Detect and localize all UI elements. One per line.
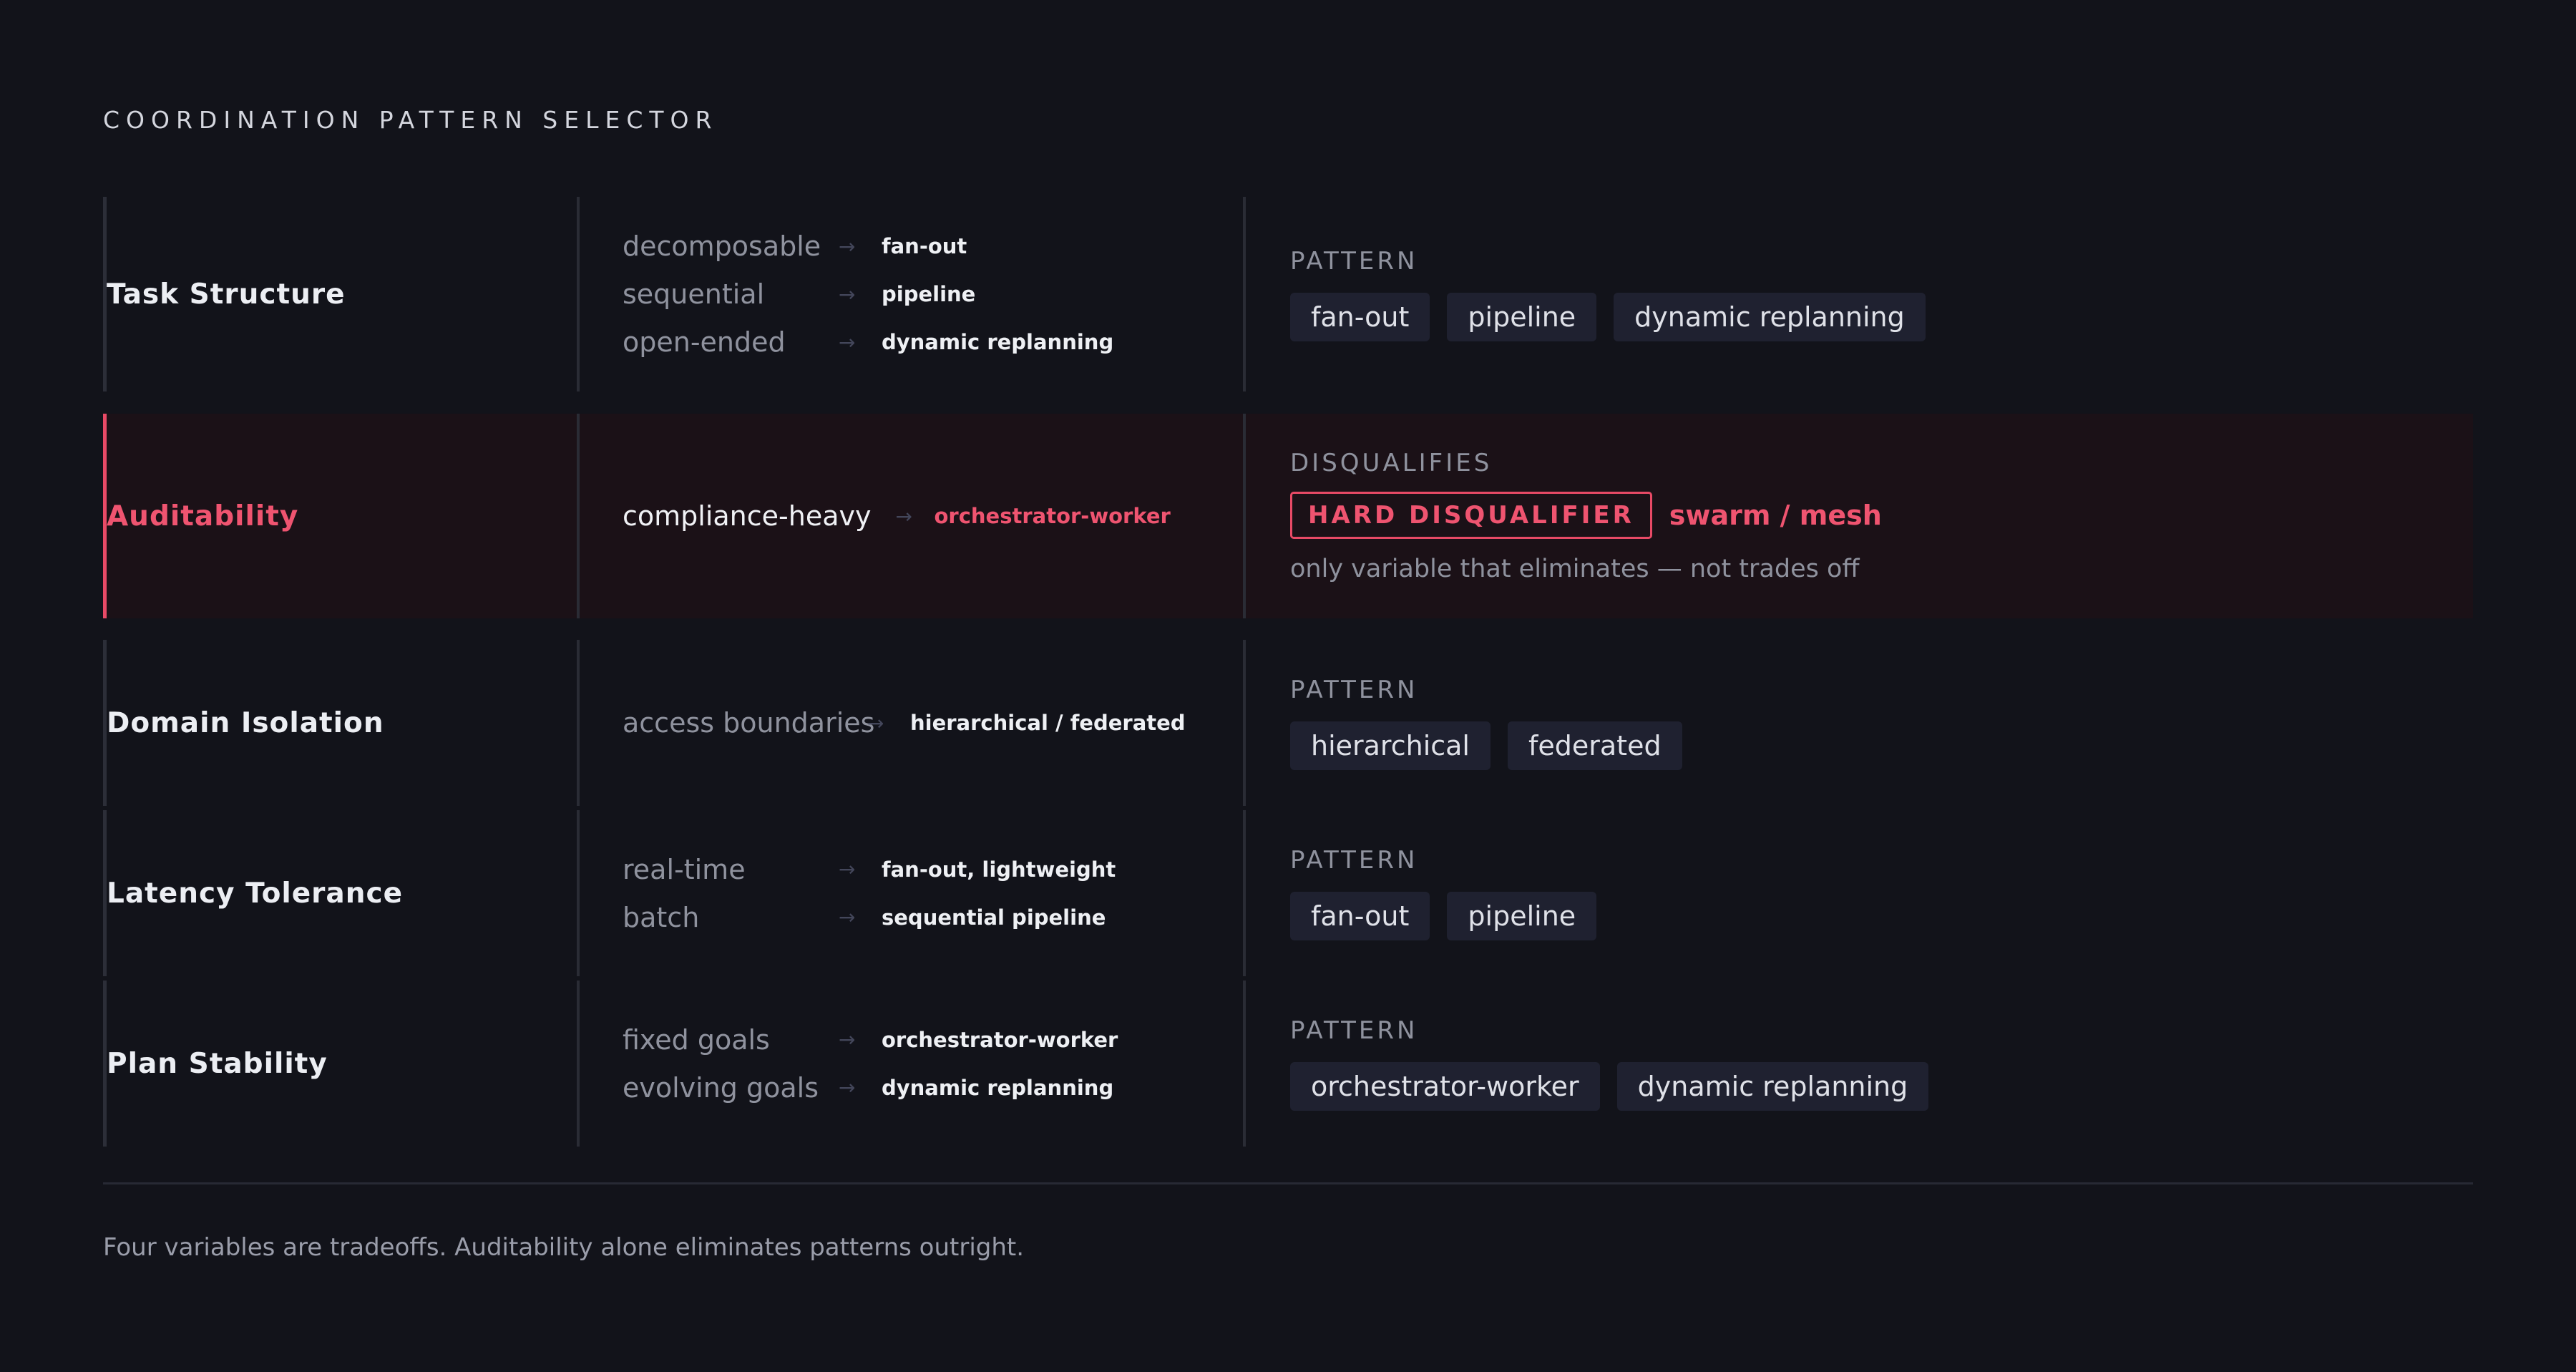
condition-list: fixed goals → orchestrator-worker evolvi…	[623, 981, 1118, 1147]
pattern-chip: fan-out	[1290, 892, 1430, 940]
condition-text: access boundaries	[623, 707, 875, 739]
column-divider	[577, 414, 580, 618]
pattern-chip: fan-out	[1290, 293, 1430, 341]
condition-list: compliance-heavy → orchestrator-worker	[623, 414, 1171, 618]
column-divider	[577, 197, 580, 391]
condition-line: evolving goals → dynamic replanning	[623, 1071, 1118, 1104]
condition-result: orchestrator-worker	[934, 504, 1171, 528]
footer-divider	[103, 1182, 2473, 1184]
column-divider	[577, 810, 580, 976]
row-task-structure: Task Structure decomposable → fan-out se…	[103, 197, 2473, 391]
condition-text: open-ended	[623, 326, 786, 358]
pattern-chip: pipeline	[1447, 892, 1597, 940]
arrow-icon: →	[895, 504, 912, 528]
condition-list: decomposable → fan-out sequential → pipe…	[623, 197, 1113, 391]
pattern-panel: PATTERN orchestrator-worker dynamic repl…	[1290, 981, 1929, 1147]
row-latency-tolerance: Latency Tolerance real-time → fan-out, l…	[103, 810, 2473, 976]
condition-result: fan-out	[882, 234, 967, 258]
arrow-icon: →	[839, 234, 856, 258]
disqualifier-note: only variable that eliminates — not trad…	[1290, 555, 1860, 583]
condition-result: dynamic replanning	[882, 1075, 1114, 1100]
condition-text: batch	[623, 901, 700, 933]
row-label: Domain Isolation	[107, 706, 384, 739]
condition-line: open-ended → dynamic replanning	[623, 326, 1113, 359]
column-divider	[577, 981, 580, 1147]
arrow-icon: →	[867, 711, 884, 735]
column-divider	[577, 640, 580, 806]
condition-text: real-time	[623, 853, 746, 885]
condition-result: hierarchical / federated	[910, 711, 1186, 735]
disqualified-pattern: swarm / mesh	[1669, 500, 1882, 531]
condition-line: compliance-heavy → orchestrator-worker	[623, 500, 1171, 532]
pattern-chip: dynamic replanning	[1616, 1062, 1929, 1111]
pattern-panel: PATTERN fan-out pipeline	[1290, 810, 1597, 976]
disqualifier-panel: DISQUALIFIES HARD DISQUALIFIER swarm / m…	[1290, 414, 1882, 618]
condition-text: sequential	[623, 278, 765, 310]
condition-result: fan-out, lightweight	[882, 857, 1116, 882]
page-title: COORDINATION PATTERN SELECTOR	[103, 106, 718, 134]
pattern-panel: PATTERN fan-out pipeline dynamic replann…	[1290, 197, 1926, 391]
condition-result: orchestrator-worker	[882, 1027, 1118, 1052]
arrow-icon: →	[839, 857, 856, 881]
pattern-chip-list: orchestrator-worker dynamic replanning	[1290, 1062, 1929, 1111]
panel-heading: PATTERN	[1290, 846, 1418, 875]
row-auditability: Auditability compliance-heavy → orchestr…	[103, 414, 2473, 618]
arrow-icon: →	[839, 905, 856, 929]
panel-heading: PATTERN	[1290, 247, 1418, 276]
pattern-chip: pipeline	[1447, 293, 1597, 341]
panel-heading: PATTERN	[1290, 676, 1418, 704]
arrow-icon: →	[839, 330, 856, 354]
condition-result: dynamic replanning	[882, 330, 1114, 354]
condition-result: pipeline	[882, 282, 976, 306]
row-label: Latency Tolerance	[107, 877, 404, 910]
pattern-chip-list: fan-out pipeline	[1290, 892, 1597, 940]
pattern-chip: hierarchical	[1290, 721, 1491, 770]
condition-line: sequential → pipeline	[623, 278, 1113, 311]
panel-heading: PATTERN	[1290, 1016, 1418, 1045]
column-divider	[1243, 981, 1246, 1147]
condition-list: real-time → fan-out, lightweight batch →…	[623, 810, 1116, 976]
row-label: Plan Stability	[107, 1047, 328, 1080]
arrow-icon: →	[839, 1076, 856, 1099]
column-divider	[1243, 197, 1246, 391]
row-label: Task Structure	[107, 278, 346, 311]
pattern-chip-list: fan-out pipeline dynamic replanning	[1290, 293, 1926, 341]
row-domain-isolation: Domain Isolation access boundaries → hie…	[103, 640, 2473, 806]
pattern-chip-list: hierarchical federated	[1290, 721, 1682, 770]
condition-result: sequential pipeline	[882, 905, 1106, 930]
condition-line: decomposable → fan-out	[623, 230, 1113, 263]
column-divider	[1243, 414, 1246, 618]
panel-heading: DISQUALIFIES	[1290, 449, 1493, 477]
pattern-chip: federated	[1508, 721, 1682, 770]
column-divider	[1243, 640, 1246, 806]
condition-line: access boundaries → hierarchical / feder…	[623, 706, 1186, 739]
row-plan-stability: Plan Stability fixed goals → orchestrato…	[103, 981, 2473, 1147]
pattern-chip: dynamic replanning	[1614, 293, 1926, 341]
condition-list: access boundaries → hierarchical / feder…	[623, 640, 1186, 806]
condition-line: batch → sequential pipeline	[623, 901, 1116, 934]
pattern-panel: PATTERN hierarchical federated	[1290, 640, 1682, 806]
footer-note: Four variables are tradeoffs. Auditabili…	[103, 1233, 1025, 1262]
row-label: Auditability	[107, 500, 299, 532]
disqualifier-line: HARD DISQUALIFIER swarm / mesh	[1290, 492, 1882, 539]
hard-disqualifier-badge: HARD DISQUALIFIER	[1290, 492, 1652, 539]
arrow-icon: →	[839, 1028, 856, 1051]
condition-line: real-time → fan-out, lightweight	[623, 853, 1116, 886]
arrow-icon: →	[839, 282, 856, 306]
condition-text: evolving goals	[623, 1071, 819, 1104]
condition-text: compliance-heavy	[623, 500, 872, 532]
column-divider	[1243, 810, 1246, 976]
condition-text: decomposable	[623, 230, 821, 262]
condition-line: fixed goals → orchestrator-worker	[623, 1023, 1118, 1056]
pattern-chip: orchestrator-worker	[1290, 1062, 1600, 1111]
condition-text: fixed goals	[623, 1023, 770, 1056]
